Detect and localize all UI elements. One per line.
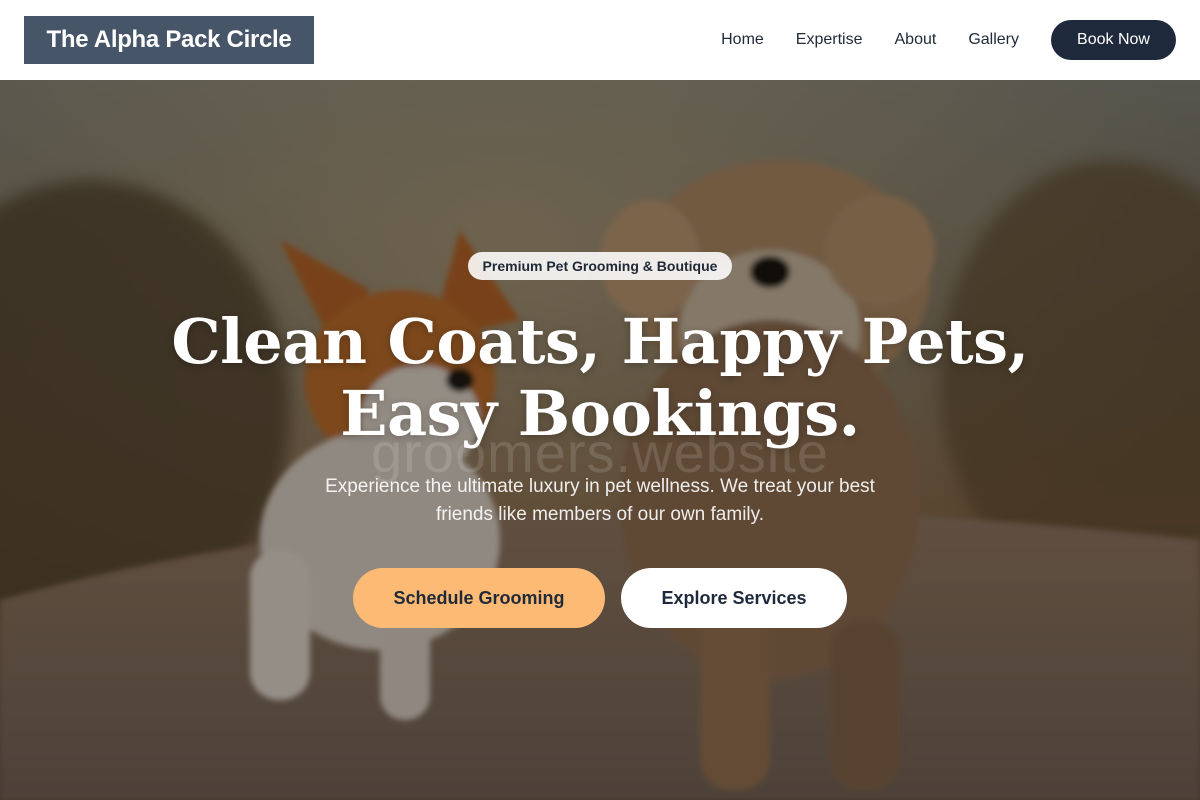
main-nav: Home Expertise About Gallery Book Now — [721, 20, 1176, 60]
hero-subtitle-line1: Experience the ultimate luxury in pet we… — [325, 476, 875, 497]
nav-link-gallery[interactable]: Gallery — [968, 31, 1019, 49]
book-now-button[interactable]: Book Now — [1051, 20, 1176, 60]
schedule-grooming-button[interactable]: Schedule Grooming — [353, 568, 605, 628]
explore-services-button[interactable]: Explore Services — [621, 568, 847, 628]
site-logo[interactable]: The Alpha Pack Circle — [24, 16, 314, 64]
hero-headline: Clean Coats, Happy Pets, Easy Bookings. — [100, 306, 1100, 450]
hero-badge: Premium Pet Grooming & Boutique — [468, 252, 732, 280]
nav-link-expertise[interactable]: Expertise — [796, 31, 863, 49]
hero-subtitle: Experience the ultimate luxury in pet we… — [280, 473, 920, 529]
hero-section: groomers.website Premium Pet Grooming & … — [0, 80, 1200, 800]
site-header: The Alpha Pack Circle Home Expertise Abo… — [0, 0, 1200, 80]
nav-link-home[interactable]: Home — [721, 31, 764, 49]
hero-headline-line1: Clean Coats, Happy Pets, — [171, 305, 1029, 378]
hero-subtitle-line2: friends like members of our own family. — [435, 504, 765, 525]
nav-link-about[interactable]: About — [895, 31, 937, 49]
hero-headline-line2: Easy Bookings. — [340, 377, 860, 450]
